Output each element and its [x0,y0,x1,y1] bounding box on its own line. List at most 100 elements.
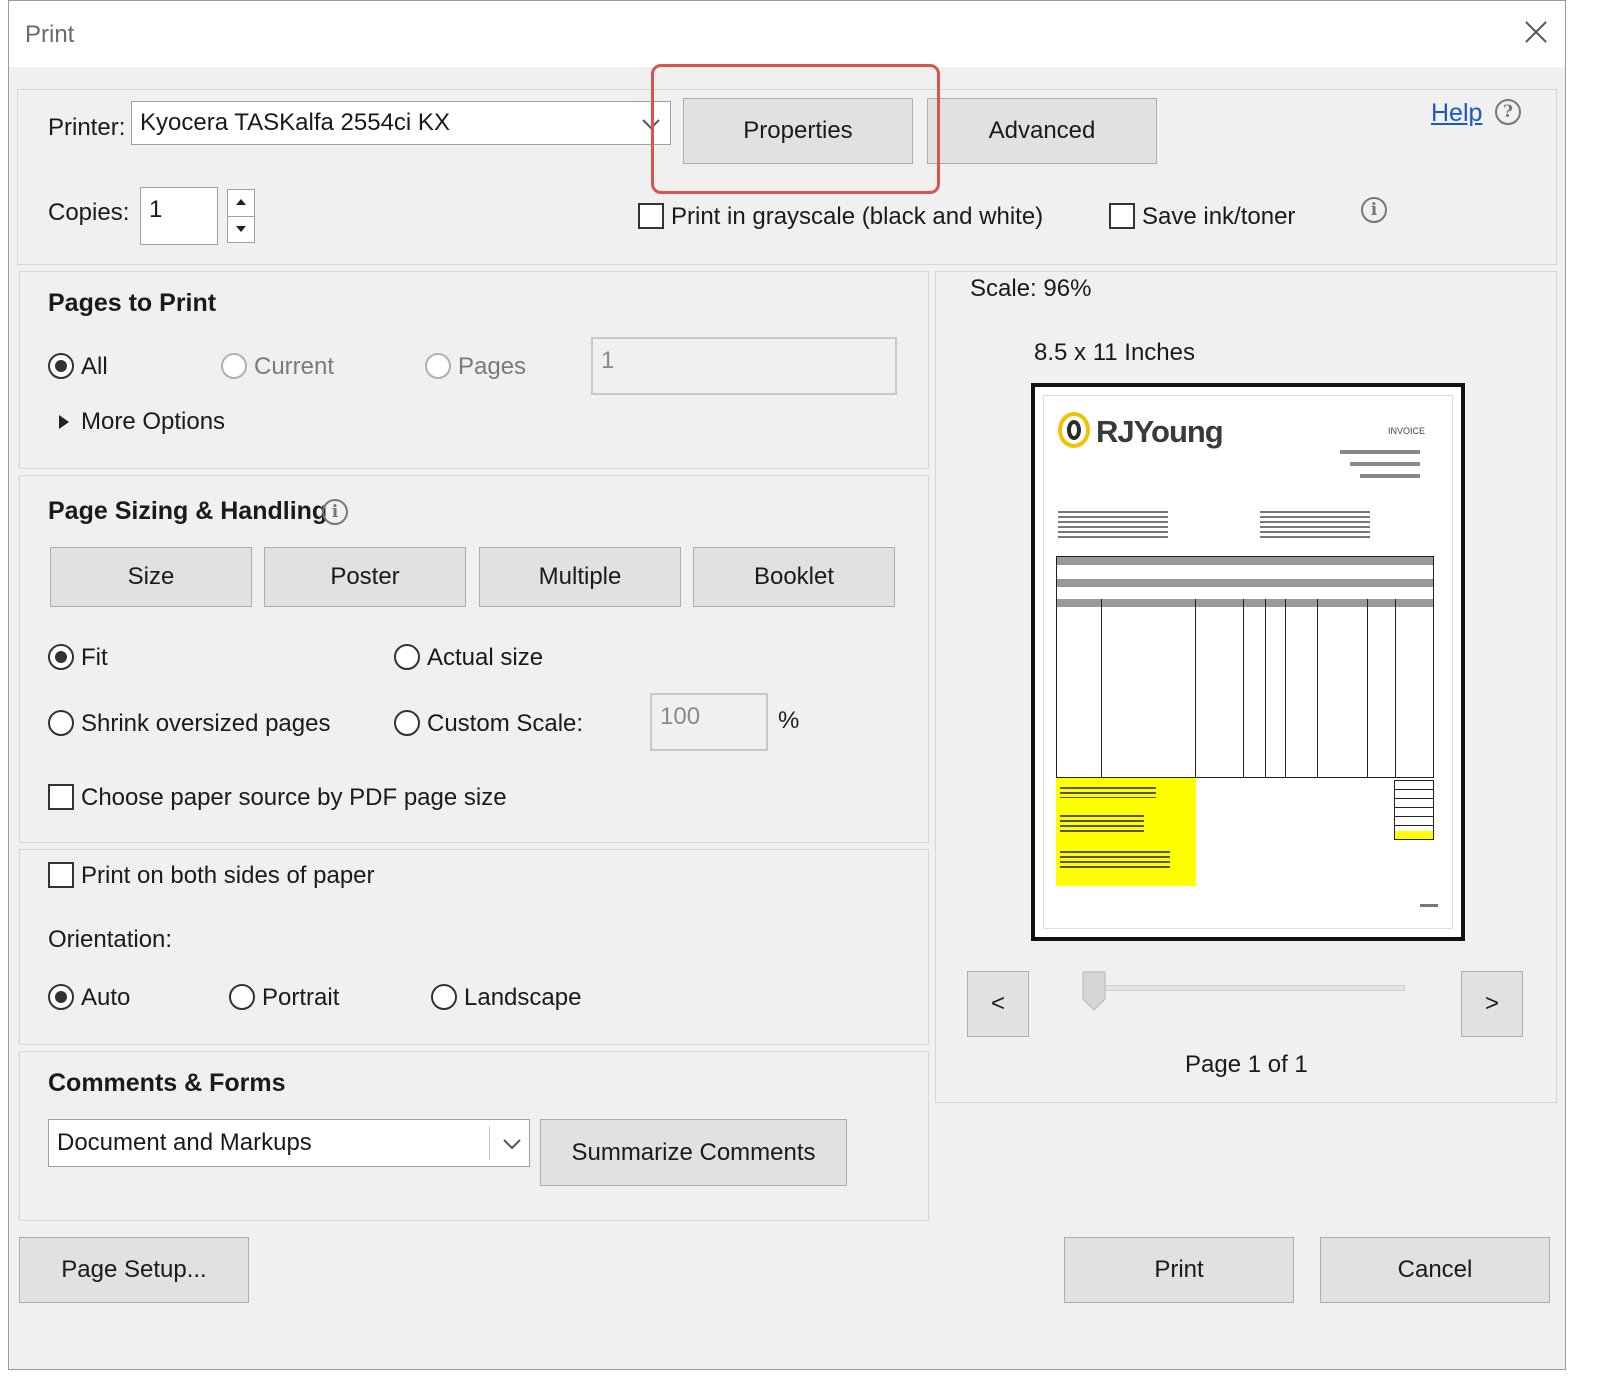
percent-label: % [778,707,800,734]
portrait-radio[interactable] [229,984,255,1010]
save-ink-checkbox[interactable] [1109,203,1135,229]
help-icon[interactable]: ? [1495,99,1521,125]
landscape-radio[interactable] [431,984,457,1010]
sizing-info-icon[interactable]: i [322,499,348,525]
multiple-button[interactable]: Multiple [479,547,681,607]
pages-to-print-heading: Pages to Print [48,289,217,317]
page-footer [1420,904,1438,907]
custom-scale-input[interactable]: 100 [650,693,768,751]
current-label: Current [254,353,335,380]
arrow-up-icon[interactable] [233,196,249,208]
expand-icon[interactable] [57,413,71,431]
table-col [1265,599,1266,777]
title-bar: Print [9,1,1565,67]
fit-label: Fit [81,644,108,671]
table-col [1367,599,1368,777]
page-slider-track[interactable] [1093,985,1405,991]
prev-page-button[interactable]: < [967,971,1029,1037]
orientation-label: Orientation: [48,926,173,953]
advanced-button[interactable]: Advanced [927,98,1157,164]
stepper-divider [228,216,254,217]
print-button[interactable]: Print [1064,1237,1294,1303]
page-setup-button[interactable]: Page Setup... [19,1237,249,1303]
custom-scale-radio[interactable] [394,710,420,736]
actual-size-radio[interactable] [394,644,420,670]
size-button[interactable]: Size [50,547,252,607]
comments-heading: Comments & Forms [48,1069,286,1097]
paper-source-label: Choose paper source by PDF page size [81,784,507,811]
remit-text [1060,812,1144,832]
next-page-button[interactable]: > [1461,971,1523,1037]
table-header [1057,579,1433,587]
printer-select[interactable]: Kyocera TASKalfa 2554ci KX [131,101,671,145]
portrait-label: Portrait [262,984,340,1011]
page-sizing-heading: Page Sizing & Handling [48,497,328,525]
booklet-button[interactable]: Booklet [693,547,895,607]
pages-label: Pages [458,353,527,380]
table-header [1057,557,1433,565]
actual-size-label: Actual size [427,644,544,671]
landscape-label: Landscape [464,984,582,1011]
remit-text [1060,784,1156,798]
comments-select-value: Document and Markups [57,1129,312,1156]
arrow-down-icon[interactable] [233,223,249,235]
print-dialog: Print Printer: Kyocera TASKalfa 2554ci K… [8,0,1566,1370]
custom-scale-label: Custom Scale: [427,710,584,737]
duplex-checkbox[interactable] [48,862,74,888]
remit-text [1060,848,1170,868]
help-link[interactable]: Help [1431,99,1482,128]
table-col [1317,599,1318,777]
bill-to-block [1058,508,1168,538]
paper-size-label: 8.5 x 11 Inches [1034,339,1195,366]
summarize-comments-button[interactable]: Summarize Comments [540,1119,847,1186]
preview-page: RJYoung INVOICE [1031,383,1465,941]
auto-radio[interactable] [48,984,74,1010]
auto-label: Auto [81,984,131,1011]
cancel-button[interactable]: Cancel [1320,1237,1550,1303]
logo-ring [1058,412,1090,448]
select-divider [489,1126,490,1160]
shrink-label: Shrink oversized pages [81,710,331,737]
current-radio[interactable] [221,353,247,379]
totals-box [1394,780,1434,840]
dialog-title: Print [25,21,75,48]
save-ink-label: Save ink/toner [1142,203,1296,230]
copies-stepper[interactable] [227,189,255,243]
table-col [1285,599,1286,777]
chevron-down-icon [503,1139,521,1150]
table-header [1057,599,1433,607]
scale-label: Scale: 96% [970,275,1092,302]
table-col [1243,599,1244,777]
shrink-radio[interactable] [48,710,74,736]
balance-highlight [1395,831,1433,839]
pages-radio[interactable] [425,353,451,379]
printer-label: Printer: [48,114,126,141]
info-icon[interactable]: i [1361,197,1387,223]
ship-to-block [1260,508,1370,538]
invoice-meta [1360,474,1420,478]
remit-highlight [1056,778,1196,886]
duplex-label: Print on both sides of paper [81,862,375,889]
comments-select[interactable]: Document and Markups [48,1119,530,1167]
table-col [1101,599,1102,777]
grayscale-checkbox[interactable] [638,203,664,229]
invoice-meta [1350,462,1420,466]
poster-button[interactable]: Poster [264,547,466,607]
fit-radio[interactable] [48,644,74,670]
copies-input[interactable]: 1 [140,187,218,245]
close-icon[interactable] [1519,15,1553,49]
copies-label: Copies: [48,199,130,226]
pages-range-input[interactable]: 1 [591,337,897,395]
invoice-title: INVOICE [1388,426,1426,436]
table-col [1195,599,1196,777]
printer-value: Kyocera TASKalfa 2554ci KX [140,109,450,136]
table-col [1395,599,1396,777]
logo-text: RJYoung [1096,414,1224,449]
grayscale-label: Print in grayscale (black and white) [671,203,1044,230]
page-status: Page 1 of 1 [1185,1051,1308,1078]
invoice-table [1056,556,1434,778]
all-radio[interactable] [48,353,74,379]
more-options-link[interactable]: More Options [81,408,225,436]
page-slider-thumb[interactable] [1082,971,1106,1011]
paper-source-checkbox[interactable] [48,784,74,810]
